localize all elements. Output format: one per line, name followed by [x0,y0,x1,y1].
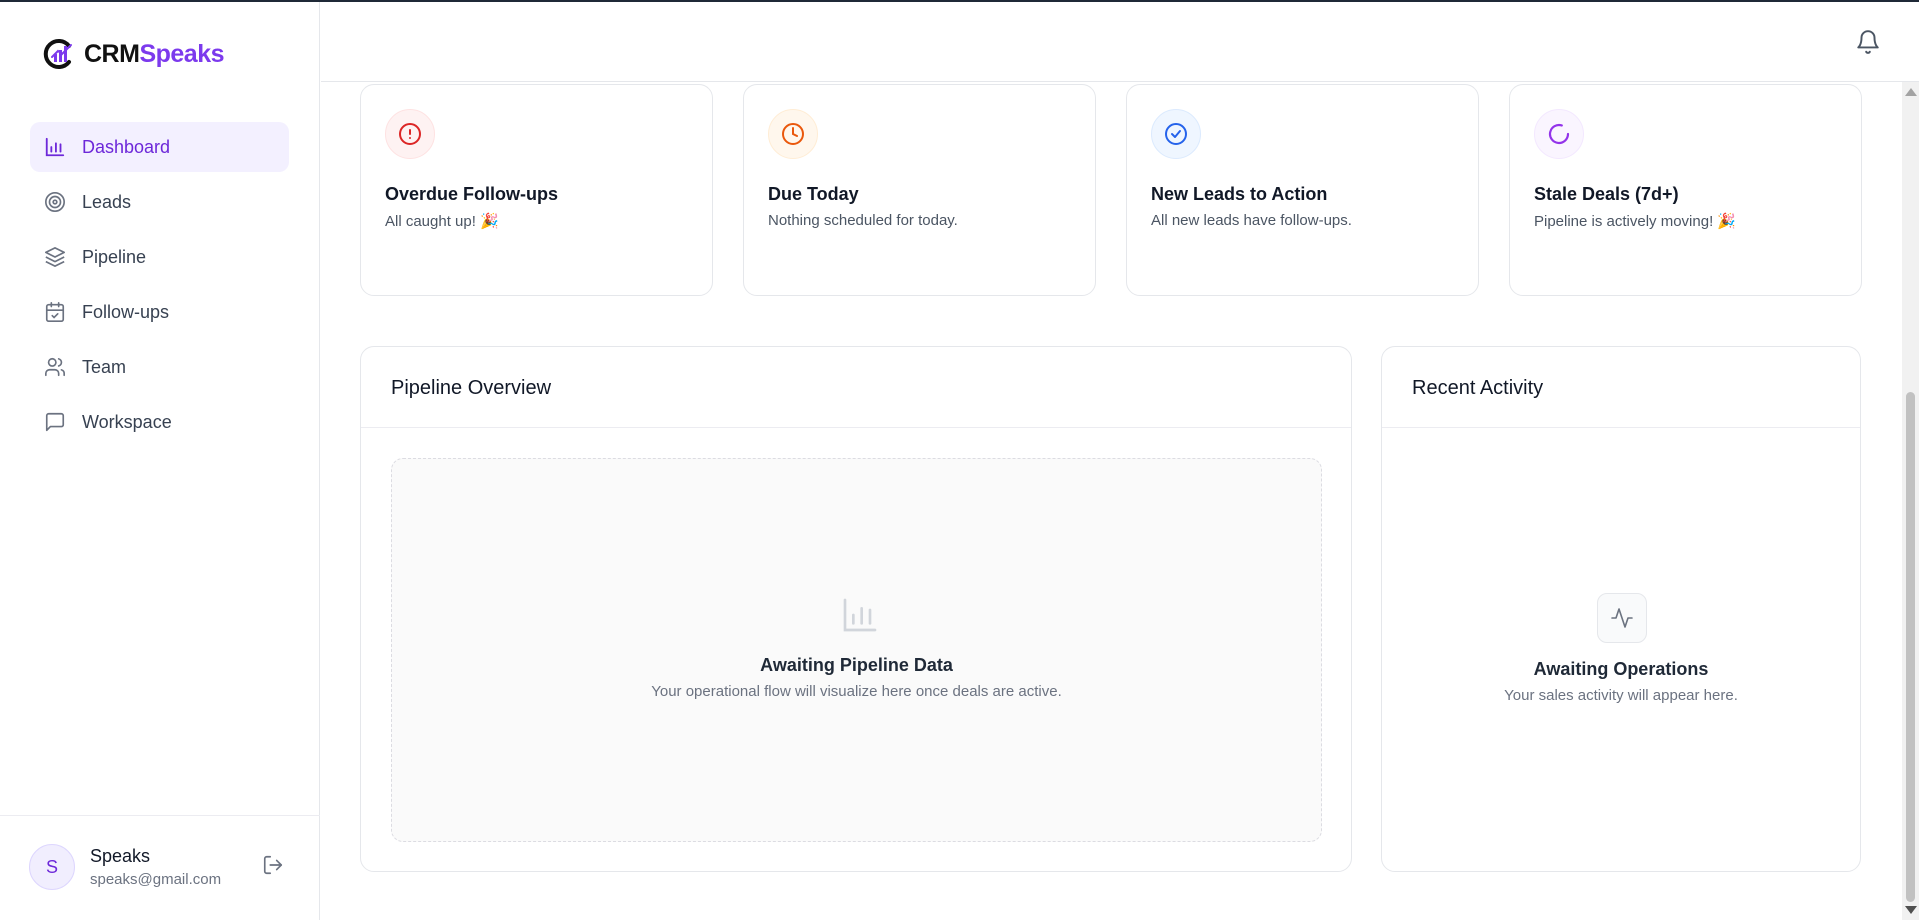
target-icon [44,191,66,213]
sidebar-item-label: Dashboard [82,136,171,157]
users-icon [44,356,66,378]
sidebar-item-label: Follow-ups [82,301,170,322]
panel-title: Recent Activity [1412,377,1544,399]
bar-chart-icon [44,136,66,158]
logout-icon[interactable] [262,854,284,876]
bar-chart-icon [843,598,877,632]
scroll-up-arrow[interactable] [1905,88,1917,96]
user-profile: S Speaks speaks@gmail.com [0,815,320,920]
calendar-check-icon [44,301,66,323]
check-circle-icon [1151,109,1201,159]
alert-card-overdue-follow-ups[interactable]: Overdue Follow-ups All caught up! 🎉 [360,84,713,296]
bell-icon[interactable] [1855,29,1881,55]
alert-title: New Leads to Action [1151,184,1328,204]
sidebar-item-leads[interactable]: Leads [30,177,289,227]
alert-subtitle: Nothing scheduled for today. [768,212,958,229]
top-header [321,2,1919,82]
scroll-down-arrow[interactable] [1905,906,1917,914]
loader-icon [1534,109,1584,159]
pipeline-empty-state: Awaiting Pipeline Data Your operational … [391,458,1322,842]
alert-subtitle: Pipeline is actively moving! 🎉 [1534,213,1737,230]
recent-activity-panel: Recent Activity Awaiting Operations Your… [1381,346,1861,872]
clock-icon [768,109,818,159]
empty-state-title: Awaiting Pipeline Data [760,655,953,675]
layers-icon [44,246,66,268]
window-top-border [0,0,1919,2]
sidebar-item-workspace[interactable]: Workspace [30,397,289,447]
alert-card-stale-deals[interactable]: Stale Deals (7d+) Pipeline is actively m… [1509,84,1862,296]
empty-state-subtitle: Your sales activity will appear here. [1504,687,1738,704]
message-square-icon [44,411,66,433]
pipeline-overview-panel: Pipeline Overview Awaiting Pipeline Data… [360,346,1352,872]
sidebar: CRMSpeaks Dashboard Leads Pipeline Follo… [0,2,320,920]
panel-title: Pipeline Overview [391,377,552,399]
alert-circle-icon [385,109,435,159]
brand-logo-icon [43,39,72,69]
alert-title: Overdue Follow-ups [385,184,559,204]
alert-title: Stale Deals (7d+) [1534,184,1679,204]
empty-state-title: Awaiting Operations [1533,659,1709,679]
brand-name: CRMSpeaks [84,40,224,69]
user-name: Speaks [90,846,151,866]
alert-subtitle: All caught up! 🎉 [385,213,499,230]
sidebar-item-label: Leads [82,191,132,212]
brand[interactable]: CRMSpeaks [42,36,224,72]
avatar[interactable]: S [29,844,75,890]
user-email: speaks@gmail.com [90,871,222,888]
sidebar-item-label: Pipeline [82,246,147,267]
activity-icon [1597,593,1647,643]
sidebar-item-pipeline[interactable]: Pipeline [30,232,289,282]
alert-card-due-today[interactable]: Due Today Nothing scheduled for today. [743,84,1096,296]
alert-title: Due Today [768,184,859,204]
sidebar-nav: Dashboard Leads Pipeline Follow-ups Team [30,122,289,452]
panel-header: Recent Activity [1382,347,1860,428]
sidebar-item-label: Workspace [82,411,172,432]
scroll-thumb[interactable] [1906,392,1915,902]
alert-subtitle: All new leads have follow-ups. [1151,212,1352,229]
empty-state-subtitle: Your operational flow will visualize her… [651,683,1062,700]
brand-name-speaks: Speaks [139,39,224,68]
sidebar-item-dashboard[interactable]: Dashboard [30,122,289,172]
brand-name-crm: CRM [84,39,140,68]
sidebar-item-label: Team [82,356,127,377]
sidebar-item-follow-ups[interactable]: Follow-ups [30,287,289,337]
sidebar-item-team[interactable]: Team [30,342,289,392]
alert-card-new-leads[interactable]: New Leads to Action All new leads have f… [1126,84,1479,296]
scrollbar[interactable] [1902,82,1919,920]
panel-header: Pipeline Overview [361,347,1351,428]
